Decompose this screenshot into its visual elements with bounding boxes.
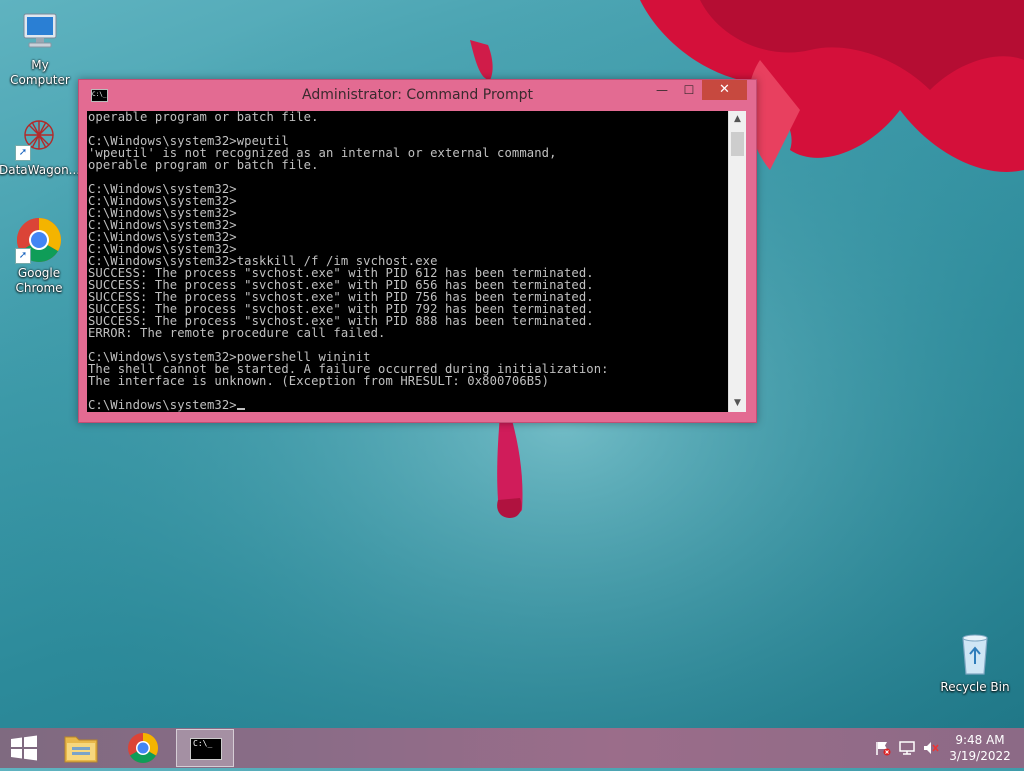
desktop-icon-label: DataWagon... [0,163,81,177]
desktop-icon-google-chrome[interactable]: ➚ Google Chrome [0,216,79,296]
desktop-icon-label: My Computer [10,58,70,87]
clock-date: 3/19/2022 [949,749,1011,763]
network-icon[interactable] [898,740,916,756]
desktop-icon-recycle-bin[interactable]: Recycle Bin [935,630,1015,695]
taskbar: C:\_ 9:48 AM 3/19/2022 [0,728,1024,768]
action-center-flag-icon[interactable] [874,740,892,756]
taskbar-chrome[interactable] [114,729,172,767]
command-prompt-window[interactable]: C:\_ Administrator: Command Prompt — ☐ ✕… [78,79,757,423]
console-text: operable program or batch file. C:\Windo… [87,111,728,411]
start-button[interactable] [8,735,40,761]
minimize-button[interactable]: — [649,80,675,100]
shortcut-arrow-icon: ➚ [15,248,31,264]
console-line: C:\Windows\system32> [88,398,237,412]
desktop-icon-label: Google Chrome [15,266,63,295]
text-cursor [236,408,245,410]
cmd-icon: C:\_ [190,738,222,760]
desktop-icon-label: Recycle Bin [940,680,1010,694]
console-line: The interface is unknown. (Exception fro… [88,374,550,388]
maximize-button[interactable]: ☐ [676,80,702,100]
vertical-scrollbar[interactable]: ▲ ▼ [728,111,746,412]
shortcut-arrow-icon: ➚ [15,145,31,161]
console-line: ERROR: The remote procedure call failed. [88,326,386,340]
title-bar[interactable]: C:\_ Administrator: Command Prompt — ☐ ✕ [79,80,756,110]
clock-time: 9:48 AM [955,733,1005,747]
recycle-bin-icon [951,630,999,678]
folder-icon [64,736,98,763]
windows-logo-icon [11,735,37,761]
close-button[interactable]: ✕ [702,80,747,100]
desktop-icon-datawagon[interactable]: ➚ DataWagon... [0,113,81,178]
chrome-icon [128,733,159,764]
console-lines: operable program or batch file. C:\Windo… [88,111,609,412]
volume-muted-icon[interactable] [922,740,940,756]
scroll-up-arrow-icon[interactable]: ▲ [729,111,746,128]
taskbar-command-prompt[interactable]: C:\_ [176,729,234,767]
taskbar-file-explorer[interactable] [52,729,110,767]
system-tray [866,728,946,768]
datawagon-icon: ➚ [15,113,63,161]
desktop-icon-my-computer[interactable]: My Computer [0,8,80,88]
computer-icon [16,8,64,56]
console-line: operable program or batch file. [88,158,319,172]
chrome-icon: ➚ [15,216,63,264]
console-output[interactable]: operable program or batch file. C:\Windo… [87,111,728,412]
scrollbar-thumb[interactable] [731,132,744,156]
console-line: operable program or batch file. [88,111,319,124]
taskbar-clock[interactable]: 9:48 AM 3/19/2022 [944,732,1016,764]
scroll-down-arrow-icon[interactable]: ▼ [729,395,746,412]
